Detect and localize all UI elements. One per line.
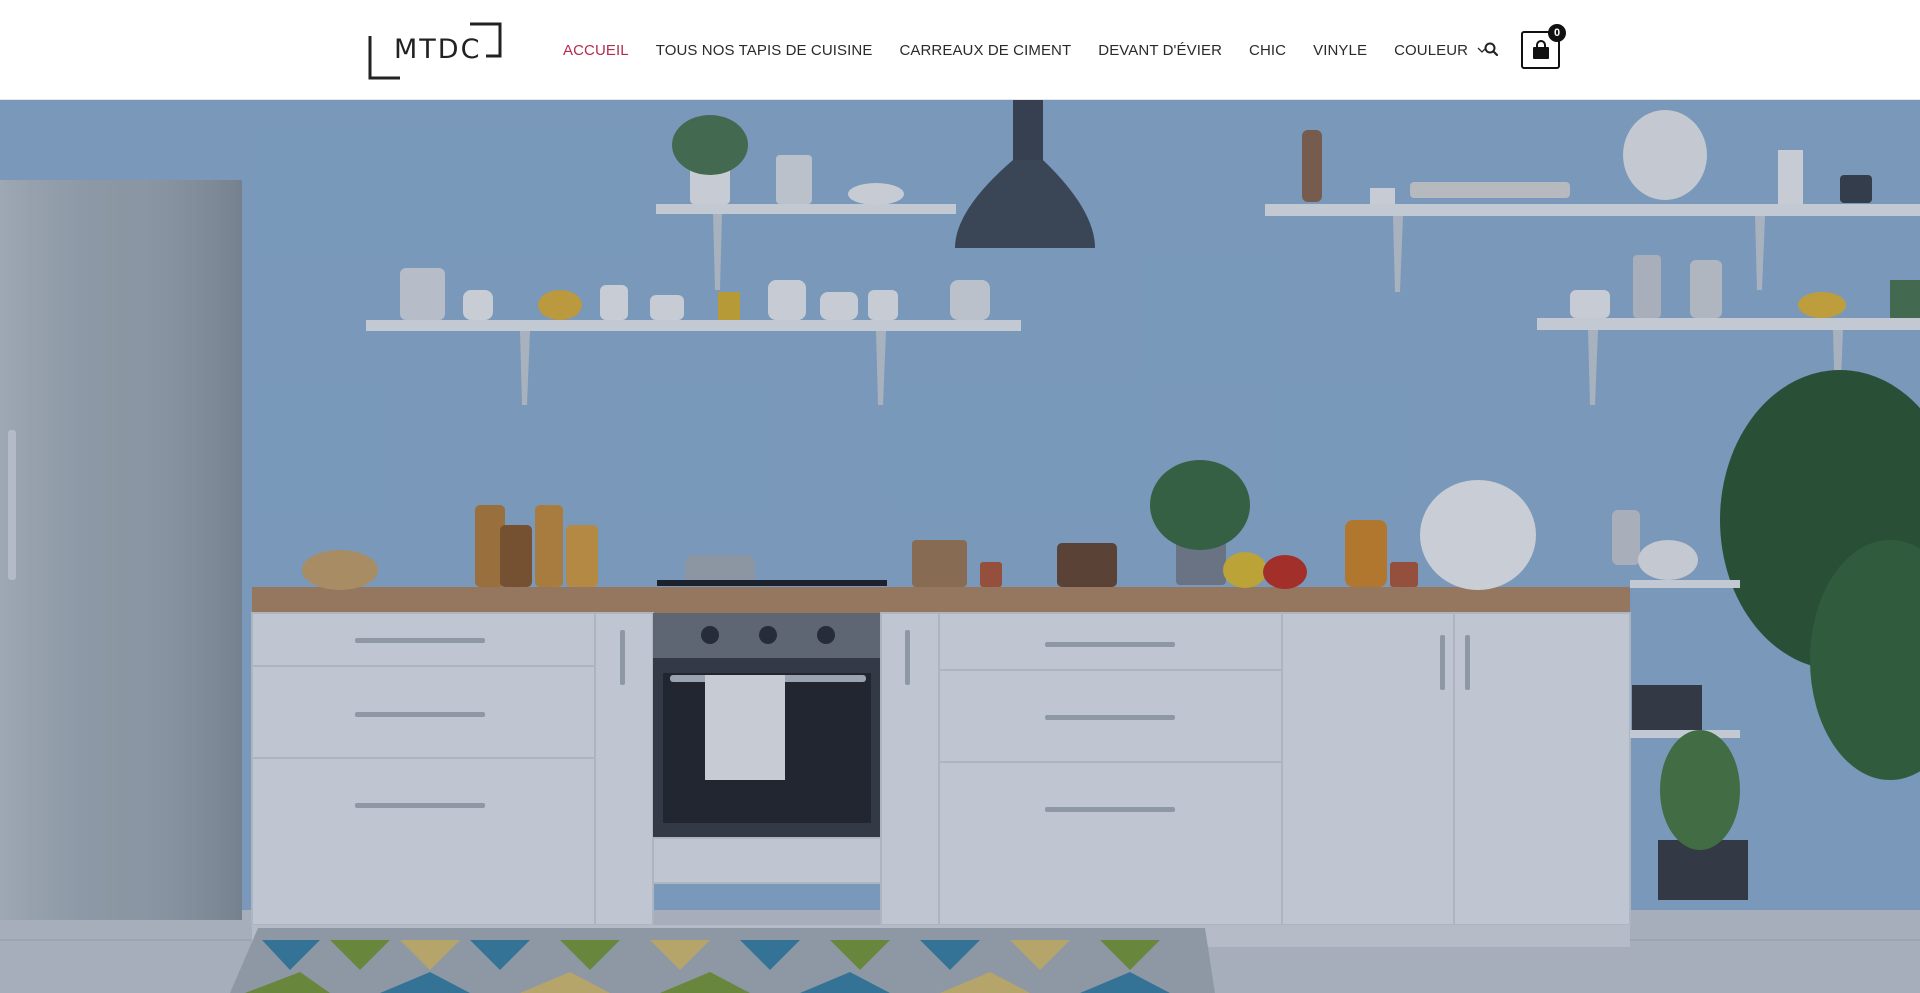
nav-item-couleur[interactable]: COULEUR bbox=[1394, 42, 1487, 59]
cart-count-badge: 0 bbox=[1548, 24, 1566, 42]
primary-nav: ACCUEIL TOUS NOS TAPIS DE CUISINE CARREA… bbox=[563, 0, 1514, 100]
hero-banner bbox=[0, 100, 1920, 993]
cart-button[interactable]: 0 bbox=[1521, 24, 1566, 69]
site-header: MTDC ACCUEIL TOUS NOS TAPIS DE CUISINE C… bbox=[0, 0, 1920, 100]
nav-item-tous-nos-tapis[interactable]: TOUS NOS TAPIS DE CUISINE bbox=[656, 42, 873, 59]
nav-item-accueil[interactable]: ACCUEIL bbox=[563, 42, 629, 59]
nav-item-carreaux-de-ciment[interactable]: CARREAUX DE CIMENT bbox=[899, 42, 1071, 59]
nav-item-chic[interactable]: CHIC bbox=[1249, 42, 1286, 59]
logo-text: MTDC bbox=[394, 34, 482, 65]
nav-item-couleur-label: COULEUR bbox=[1394, 41, 1469, 59]
nav-item-vinyle[interactable]: VINYLE bbox=[1313, 42, 1367, 59]
site-logo[interactable]: MTDC bbox=[368, 22, 502, 80]
kitchen-hero-image bbox=[0, 100, 1920, 993]
shopping-bag-icon bbox=[1533, 40, 1549, 59]
search-button[interactable] bbox=[1482, 40, 1502, 60]
nav-item-devant-evier[interactable]: DEVANT D'ÉVIER bbox=[1098, 42, 1222, 59]
search-icon bbox=[1484, 42, 1499, 57]
